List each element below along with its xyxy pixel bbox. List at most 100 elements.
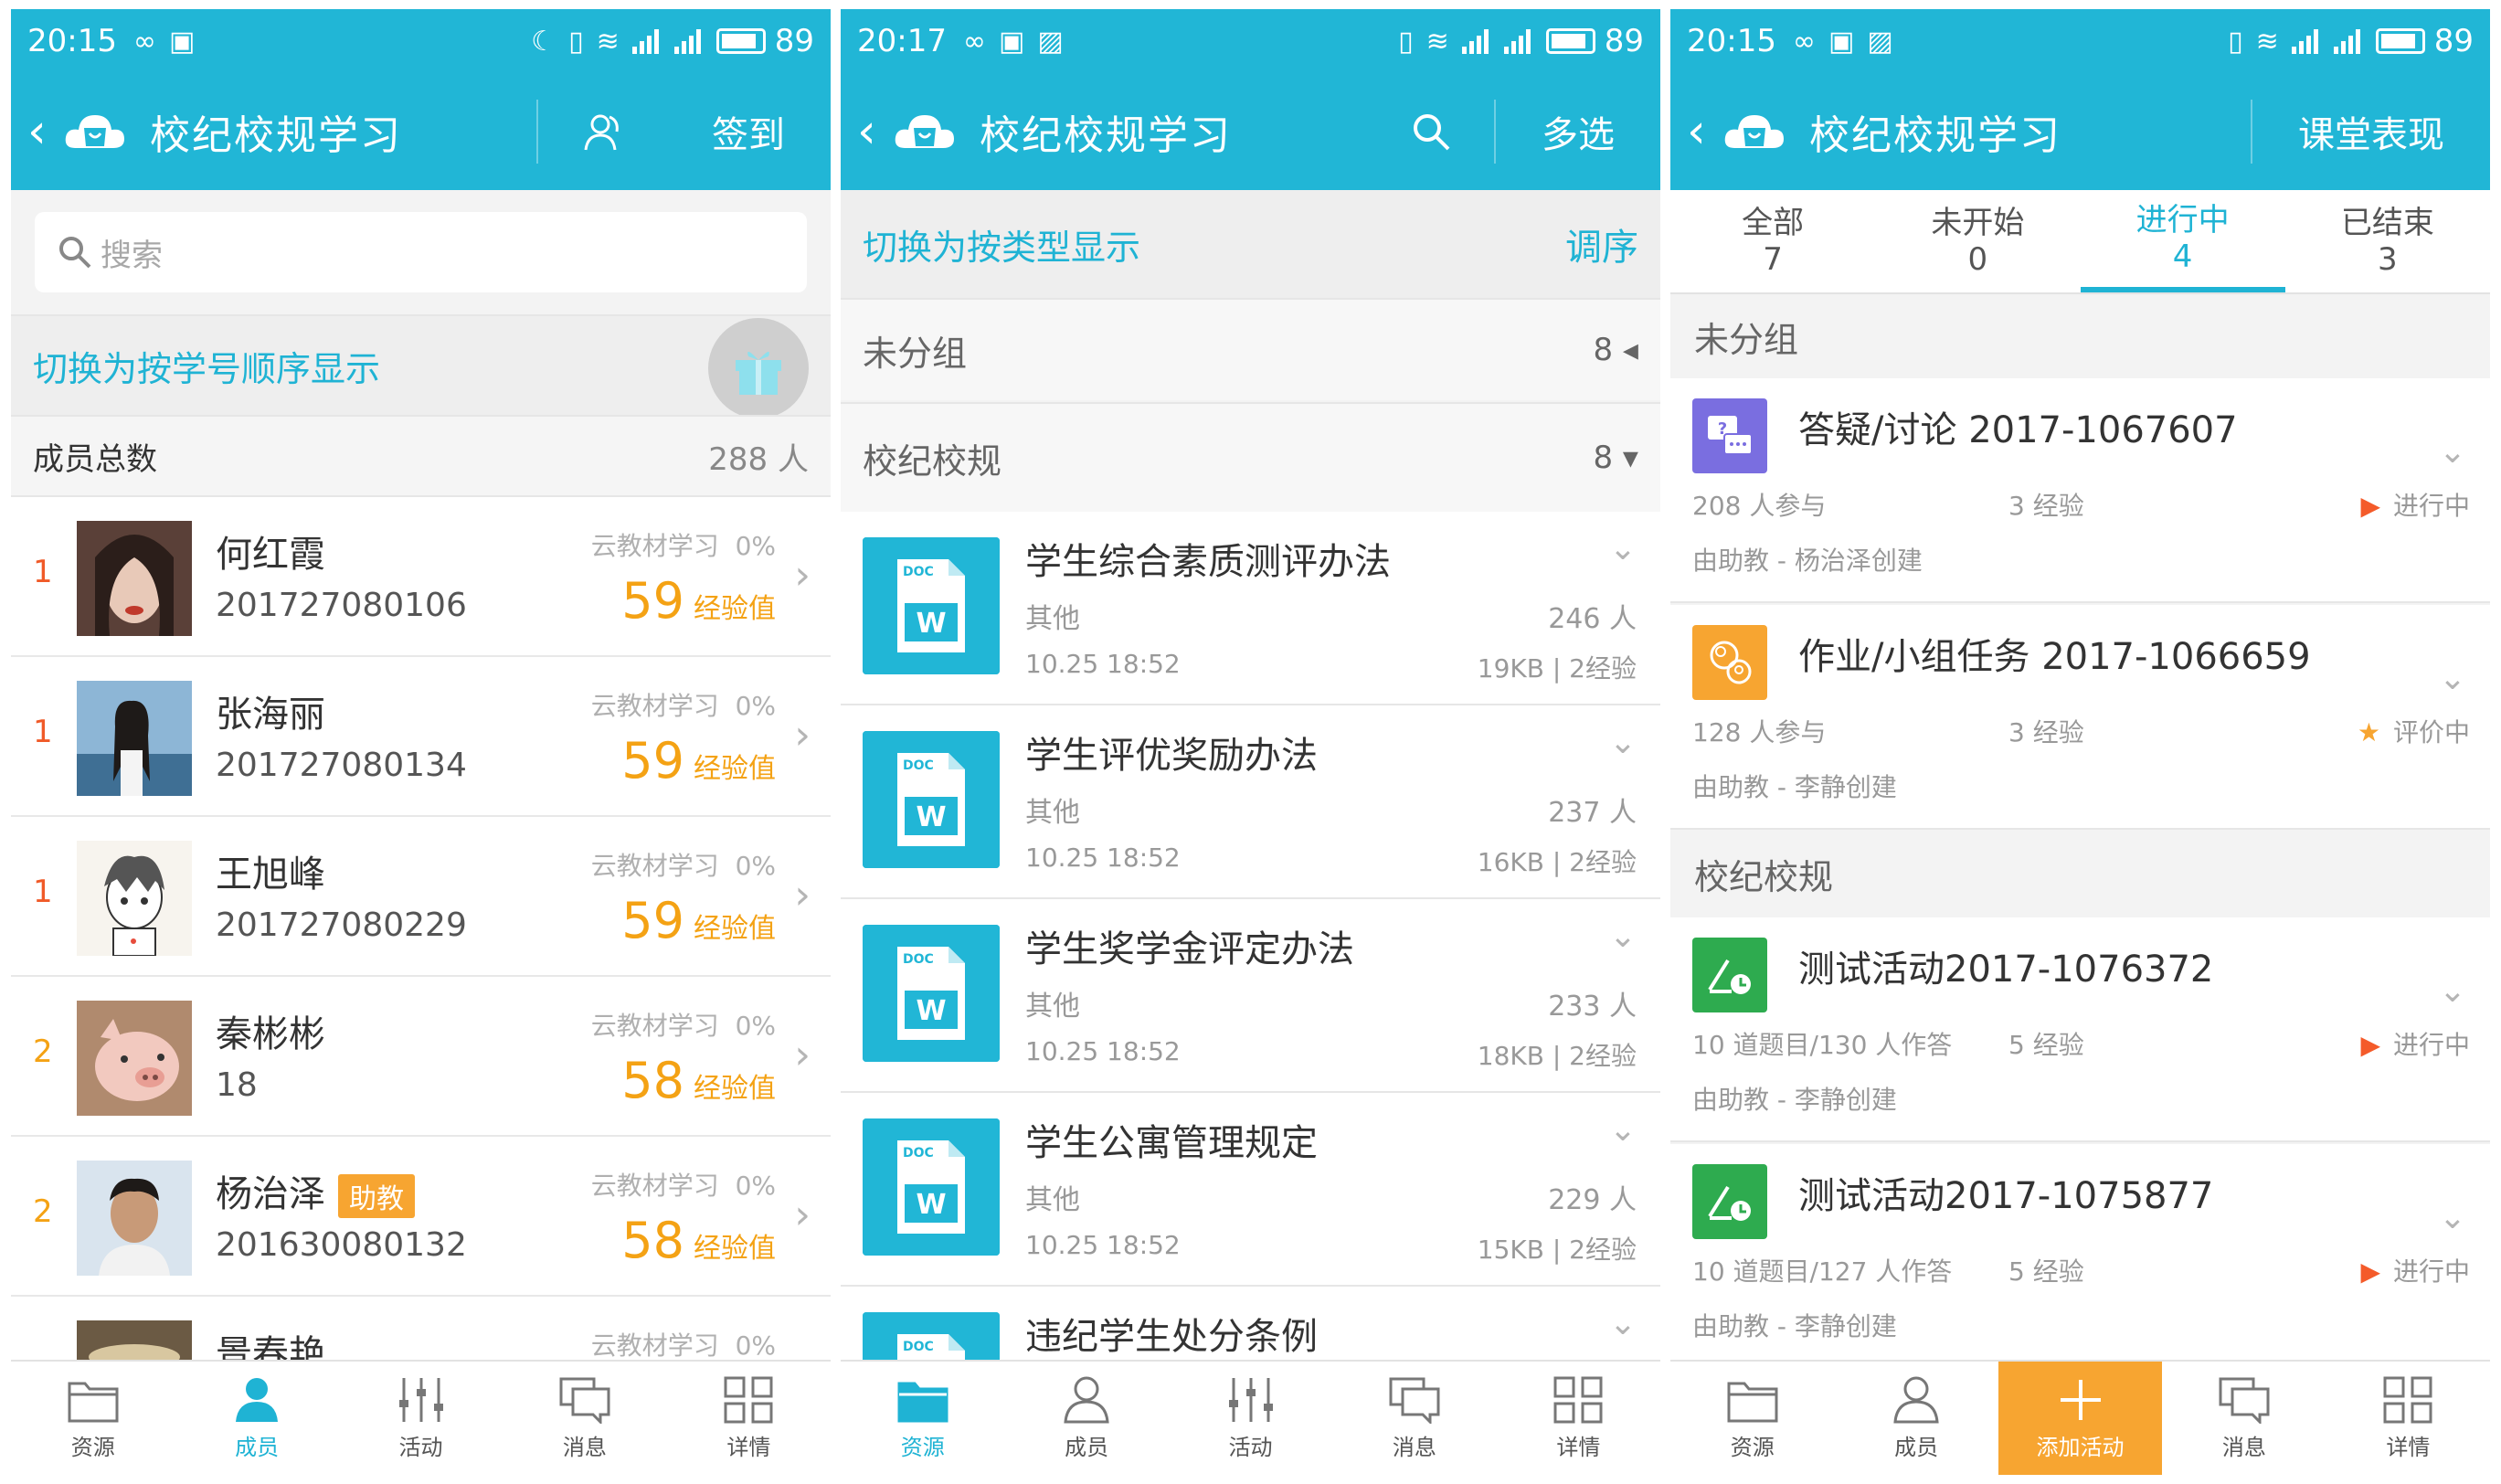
resource-type: 其他 <box>1025 797 1080 829</box>
member-row[interactable]: 1 王旭峰 201727080229 云教材学习 0% 59 经验值 › <box>11 817 831 977</box>
avatar <box>77 521 192 636</box>
nav-resources[interactable]: 资源 <box>1670 1362 1834 1475</box>
member-row[interactable]: 1 何红霞 201727080106 云教材学习 0% 59 经验值 › <box>11 497 831 657</box>
nav-resources[interactable]: 资源 <box>11 1362 175 1475</box>
members-manage-icon[interactable] <box>538 110 666 154</box>
member-name: 杨治泽 助教 <box>216 1164 415 1218</box>
member-exp: 59 经验值 <box>621 892 776 949</box>
member-row[interactable]: 2 杨治泽 助教 201630080132 云教材学习 0% 58 经验值 › <box>11 1137 831 1297</box>
doc-label: DOC <box>903 1146 934 1161</box>
reorder-button[interactable]: 调序 <box>1565 217 1638 270</box>
tab-count: 3 <box>2378 241 2398 278</box>
doc-label: DOC <box>903 952 934 967</box>
back-icon[interactable]: ‹ <box>27 104 55 159</box>
avatar <box>77 681 192 796</box>
resource-item[interactable]: W DOC 学生奖学金评定办法 其他 10.25 18:52 233 人 18KB… <box>841 899 1660 1093</box>
tab-in-progress[interactable]: 进行中 4 <box>2080 190 2285 292</box>
switch-order-bar[interactable]: 切换为按学号顺序显示 <box>11 314 831 419</box>
activity-status-text: 进行中 <box>2392 1030 2470 1060</box>
search-input[interactable]: 搜索 <box>35 212 807 292</box>
svg-text:W: W <box>916 608 946 640</box>
course-logo-icon <box>65 115 124 148</box>
chevron-down-icon[interactable]: ⌄ <box>2439 1199 2466 1236</box>
tab-ended[interactable]: 已结束 3 <box>2285 190 2490 292</box>
group-header[interactable]: 未分组 8 ◂ <box>841 298 1660 400</box>
image-icon: ▨ <box>1867 25 1893 58</box>
member-row[interactable]: 2 秦彬彬 18 云教材学习 0% 58 经验值 › <box>11 977 831 1137</box>
exp-value: 59 <box>621 732 684 790</box>
member-name: 张海丽 <box>216 694 325 736</box>
course-label: 云教材学习 <box>590 1011 719 1041</box>
chevron-down-icon[interactable]: ⌄ <box>2439 660 2466 697</box>
activity-item[interactable]: ? 答疑/讨论 2017-1067607 208 人参与 3 经验 由助教 - … <box>1670 378 2490 603</box>
nav-messages[interactable]: 消息 <box>503 1362 666 1475</box>
resource-item[interactable]: W DOC 学生评优奖励办法 其他 10.25 18:52 237 人 16KB … <box>841 705 1660 899</box>
word-doc-icon: W DOC <box>863 731 1000 868</box>
resource-type: 其他 <box>1025 1184 1080 1216</box>
tab-all[interactable]: 全部 7 <box>1670 190 1875 292</box>
group-count: 8 ▾ <box>1593 440 1638 476</box>
exp-value: 58 <box>621 1052 684 1109</box>
progress-value: 0% <box>735 1171 776 1201</box>
nav-messages[interactable]: 消息 <box>1332 1362 1496 1475</box>
switch-order-text[interactable]: 切换为按学号顺序显示 <box>33 341 380 391</box>
activity-item[interactable]: 测试活动2017-1075877 10 道题目/127 人作答 5 经验 由助教… <box>1670 1144 2490 1369</box>
exp-value: 59 <box>621 892 684 949</box>
checkin-button[interactable]: 签到 <box>666 105 831 158</box>
activity-title: 测试活动2017-1076372 <box>1798 949 2214 991</box>
plus-icon <box>2060 1379 2101 1420</box>
member-row[interactable]: 1 张海丽 201727080134 云教材学习 0% 59 经验值 › <box>11 657 831 817</box>
resource-time: 10.25 18:52 <box>1025 1230 1181 1260</box>
switch-type-bar: 切换为按类型显示 调序 <box>841 190 1660 298</box>
back-icon[interactable]: ‹ <box>1687 104 1714 159</box>
svg-text:W: W <box>916 801 946 833</box>
vibrate-icon: ▯ <box>2228 25 2243 58</box>
chevron-down-icon[interactable]: ⌄ <box>1609 1111 1637 1149</box>
search-icon <box>59 237 91 269</box>
activity-item[interactable]: 测试活动2017-1076372 10 道题目/130 人作答 5 经验 由助教… <box>1670 917 2490 1142</box>
tab-count: 0 <box>1967 241 1988 278</box>
course-label: 云教材学习 <box>590 531 719 561</box>
chevron-down-icon[interactable]: ⌄ <box>1609 1305 1637 1342</box>
nav-resources-label: 资源 <box>70 1434 115 1460</box>
folder-icon <box>897 1382 948 1422</box>
class-performance-button[interactable]: 课堂表现 <box>2252 105 2490 158</box>
search-area: 搜索 <box>11 190 831 314</box>
nav-members[interactable]: 成员 <box>1004 1362 1168 1475</box>
search-icon[interactable] <box>1368 111 1494 153</box>
progress-value: 0% <box>735 691 776 721</box>
add-activity-button[interactable]: 添加活动 <box>1998 1362 2163 1475</box>
nav-details[interactable]: 详情 <box>1497 1362 1660 1475</box>
member-course-progress: 云教材学习 0% <box>591 1326 776 1362</box>
activity-item[interactable]: 作业/小组任务 2017-1066659 128 人参与 3 经验 由助教 - … <box>1670 605 2490 830</box>
gift-icon[interactable] <box>708 318 809 419</box>
back-icon[interactable]: ‹ <box>857 104 885 159</box>
resource-size: 18KB | 2经验 <box>1477 1041 1637 1071</box>
search-placeholder: 搜索 <box>101 237 163 274</box>
resource-item[interactable]: W DOC 学生公寓管理规定 其他 10.25 18:52 229 人 15KB … <box>841 1093 1660 1287</box>
chevron-down-icon[interactable]: ⌄ <box>2439 433 2466 471</box>
wifi-icon: ≋ <box>596 25 620 58</box>
member-name: 王旭峰 <box>216 853 325 896</box>
group-header[interactable]: 校纪校规 8 ▾ <box>841 402 1660 512</box>
nav-activities[interactable]: 活动 <box>339 1362 503 1475</box>
switch-type-text[interactable]: 切换为按类型显示 <box>863 219 1140 270</box>
multi-select-button[interactable]: 多选 <box>1496 105 1660 158</box>
member-name: 何红霞 <box>216 534 325 576</box>
chevron-down-icon[interactable]: ⌄ <box>2439 972 2466 1010</box>
nav-messages[interactable]: 消息 <box>2162 1362 2326 1475</box>
chevron-down-icon[interactable]: ⌄ <box>1609 917 1637 955</box>
chevron-down-icon[interactable]: ⌄ <box>1609 530 1637 567</box>
member-rank: 1 <box>33 714 53 750</box>
nav-activities[interactable]: 活动 <box>1169 1362 1332 1475</box>
nav-details[interactable]: 详情 <box>2326 1362 2490 1475</box>
group-count-value: 8 <box>1593 332 1614 368</box>
chevron-down-icon[interactable]: ⌄ <box>1609 724 1637 761</box>
nav-members[interactable]: 成员 <box>1834 1362 1998 1475</box>
tab-not-started[interactable]: 未开始 0 <box>1875 190 2080 292</box>
nav-details[interactable]: 详情 <box>667 1362 831 1475</box>
nav-members[interactable]: 成员 <box>175 1362 338 1475</box>
resource-item[interactable]: W DOC 学生综合素质测评办法 其他 10.25 18:52 246 人 19K… <box>841 512 1660 705</box>
course-label: 云教材学习 <box>590 691 719 721</box>
nav-resources[interactable]: 资源 <box>841 1362 1004 1475</box>
